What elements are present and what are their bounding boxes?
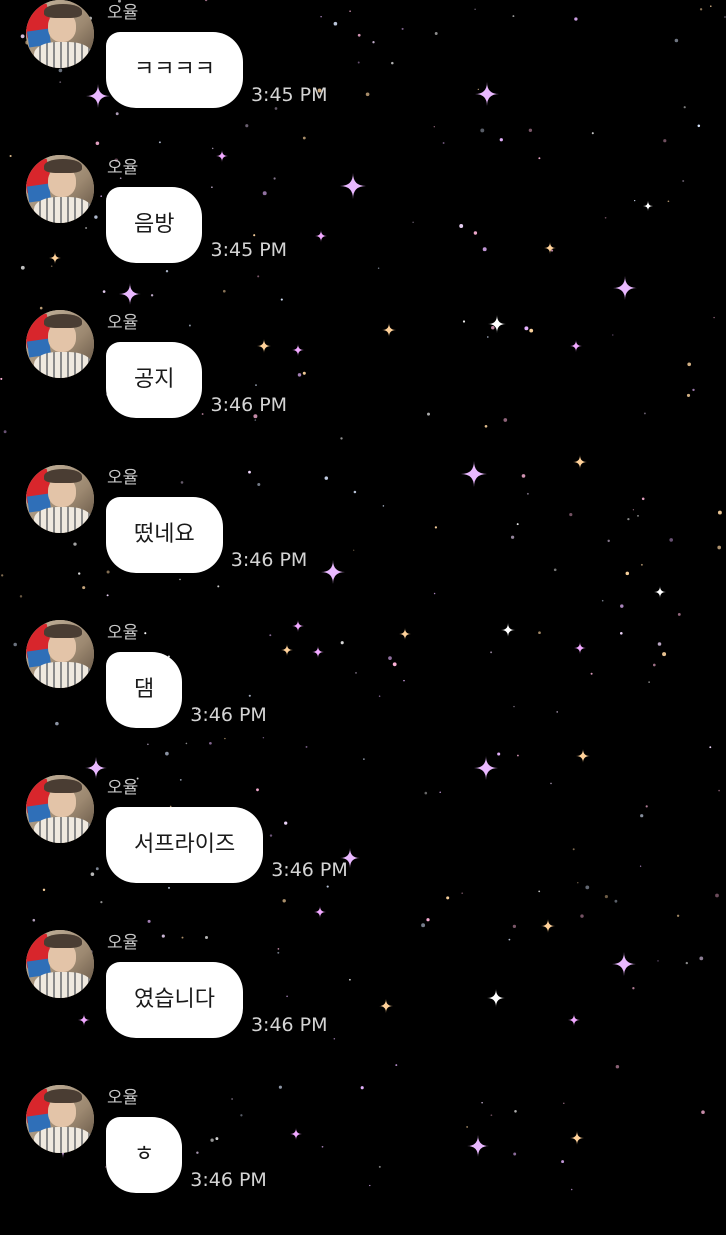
- message-row: 오율 댐 3:46 PM: [0, 620, 726, 770]
- avatar[interactable]: [26, 930, 94, 998]
- sender-name: 오율: [107, 3, 139, 23]
- message-timestamp: 3:46 PM: [190, 704, 267, 726]
- message-bubble[interactable]: 서프라이즈: [106, 807, 264, 883]
- message-row: 오율 ㅋㅋㅋㅋ 3:45 PM: [0, 0, 726, 150]
- sender-name: 오율: [107, 933, 139, 953]
- message-bubble[interactable]: 음방: [106, 187, 203, 263]
- sender-name: 오율: [107, 468, 139, 488]
- message-bubble[interactable]: 댐: [106, 652, 183, 728]
- message-bubble[interactable]: 공지: [106, 342, 203, 418]
- message-timestamp: 3:46 PM: [271, 859, 348, 881]
- chat-message-list[interactable]: 오율 ㅋㅋㅋㅋ 3:45 PM 오율 음방 3:45 PM 오율 공지 3:46…: [0, 0, 726, 1200]
- sender-name: 오율: [107, 158, 139, 178]
- message-row: 오율 였습니다 3:46 PM: [0, 930, 726, 1080]
- avatar[interactable]: [26, 465, 94, 533]
- message-bubble[interactable]: ㅋㅋㅋㅋ: [106, 32, 243, 108]
- message-timestamp: 3:45 PM: [210, 239, 288, 261]
- sender-name: 오율: [107, 623, 139, 643]
- message-timestamp: 3:46 PM: [190, 1169, 267, 1191]
- message-bubble[interactable]: 였습니다: [106, 962, 243, 1038]
- message-timestamp: 3:46 PM: [230, 549, 308, 571]
- message-row: 오율 서프라이즈 3:46 PM: [0, 775, 726, 925]
- sender-name: 오율: [107, 313, 139, 333]
- avatar[interactable]: [26, 310, 94, 378]
- message-timestamp: 3:46 PM: [250, 1014, 328, 1036]
- avatar[interactable]: [26, 775, 94, 843]
- message-timestamp: 3:45 PM: [250, 84, 328, 106]
- avatar[interactable]: [26, 0, 94, 68]
- avatar[interactable]: [26, 155, 94, 223]
- sender-name: 오율: [107, 1088, 139, 1108]
- message-timestamp: 3:46 PM: [210, 394, 288, 416]
- message-bubble[interactable]: ㅎ: [106, 1117, 183, 1193]
- message-row: 오율 떴네요 3:46 PM: [0, 465, 726, 615]
- message-row: 오율 ㅎ 3:46 PM: [0, 1085, 726, 1235]
- sender-name: 오율: [107, 778, 139, 798]
- avatar[interactable]: [26, 620, 94, 688]
- avatar[interactable]: [26, 1085, 94, 1153]
- message-row: 오율 음방 3:45 PM: [0, 155, 726, 305]
- message-bubble[interactable]: 떴네요: [106, 497, 223, 573]
- message-row: 오율 공지 3:46 PM: [0, 310, 726, 460]
